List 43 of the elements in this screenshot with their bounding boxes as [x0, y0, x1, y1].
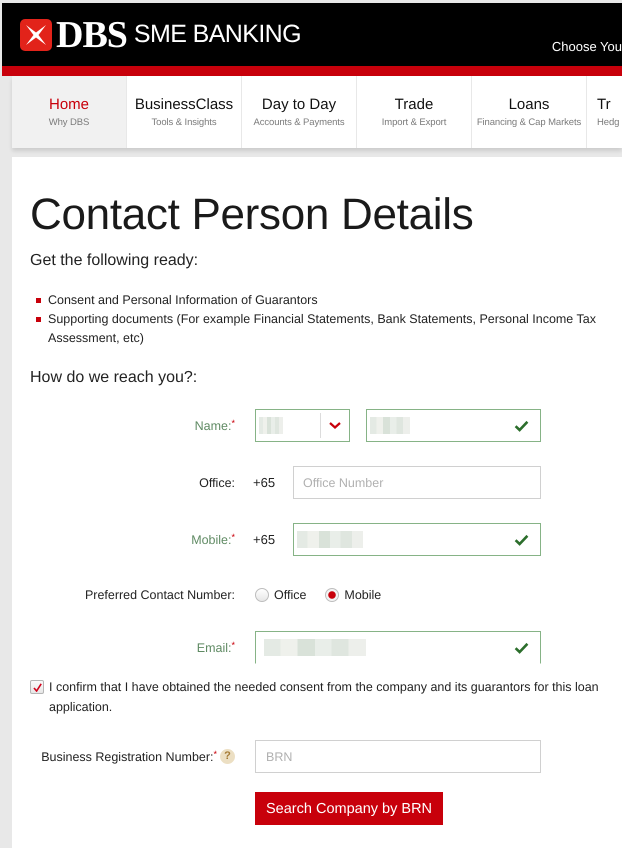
form-label: Name:$^{*}$ — [194, 418, 235, 432]
radio-label: Office — [274, 588, 306, 602]
consent-text: I confirm that I have obtained the needed consent from the company and its guarantors for this loan application. — [49, 679, 600, 716]
logo-icon — [20, 18, 52, 50]
checklist-item: Consent and Personal Information of Guarantors — [48, 292, 318, 309]
page-title: Contact Person Details — [30, 190, 474, 240]
phone-field[interactable]: Office Number — [293, 466, 541, 499]
bullet-icon — [36, 298, 41, 303]
nav-tab[interactable]: Trade Import & Export — [357, 76, 472, 148]
nav-tab[interactable]: Tr Hedg — [587, 76, 622, 148]
name-field[interactable] — [366, 409, 541, 442]
product-name: SME BANKING — [134, 22, 301, 47]
country-code: +65 — [253, 475, 276, 490]
check-icon — [514, 420, 529, 432]
radio-button[interactable] — [325, 588, 340, 602]
form-label: Business Registration Number:$^{*}$ — [41, 750, 217, 764]
check-icon — [514, 534, 529, 546]
check-icon — [514, 642, 529, 654]
dropdown[interactable] — [255, 409, 350, 442]
checklist-item: Supporting documents (For example Financial Statements, Bank Statements, Personal Income Tax Assessment, etc) — [48, 311, 597, 347]
menu-link[interactable]: Choose You — [552, 40, 622, 53]
nav-tab[interactable]: BusinessClass Tools & Insights — [127, 76, 242, 148]
form-label: Office: — [198, 476, 235, 490]
email-field[interactable] — [255, 631, 541, 664]
check-icon — [32, 682, 42, 692]
nav-tab[interactable]: Loans Financing & Cap Markets — [472, 76, 587, 148]
bullet-icon — [36, 317, 41, 322]
brand-name: DBS — [56, 16, 127, 54]
chevron-down-icon — [329, 422, 341, 429]
intro-text: Get the following ready: — [30, 251, 200, 271]
brn-field[interactable]: BRN — [255, 740, 541, 773]
checkbox[interactable] — [30, 680, 44, 694]
form-label: Preferred Contact Number: — [84, 588, 235, 602]
search-button[interactable]: Search Company by BRN — [255, 792, 444, 825]
radio-button[interactable] — [255, 588, 269, 602]
form-label: Email:$^{*}$ — [196, 640, 235, 654]
radio-label: Mobile — [344, 588, 382, 602]
form-label: Mobile:$^{*}$ — [190, 532, 235, 546]
section-heading: How do we reach you?: — [30, 368, 198, 388]
country-code: +65 — [253, 532, 276, 547]
nav-tab[interactable]: Day to Day Accounts & Payments — [242, 76, 357, 148]
phone-field[interactable] — [293, 523, 541, 556]
nav-tab[interactable]: Home Why DBS — [12, 76, 127, 148]
